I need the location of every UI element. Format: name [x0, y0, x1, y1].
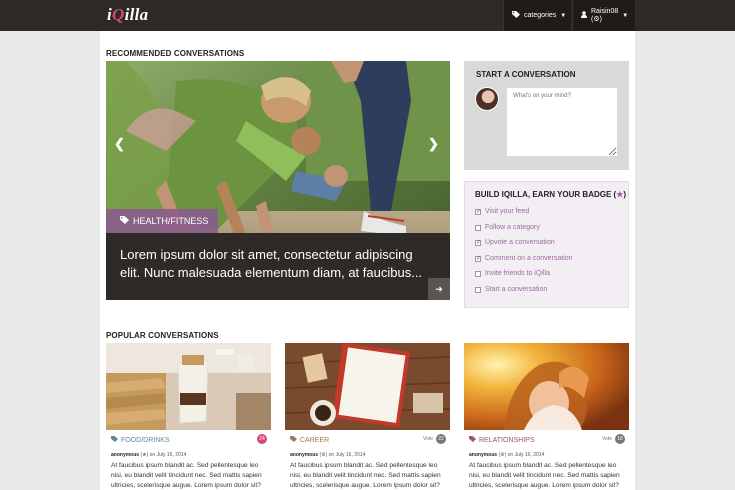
card-image-food[interactable] — [106, 343, 271, 430]
next-slide-arrow-icon[interactable]: ❯ — [428, 136, 439, 152]
card-excerpt[interactable]: At faucibus ipsum blandit ac. Sed pellen… — [469, 461, 627, 490]
author-name: anonymous — [111, 452, 140, 458]
badge-task-label: Invite friends to iQilla — [485, 270, 550, 277]
card-category-label: RELATIONSHIPS — [479, 436, 535, 444]
badge-task[interactable]: Invite friends to iQilla — [475, 270, 550, 277]
start-conversation-heading: START A CONVERSATION — [476, 70, 576, 79]
badge-task[interactable]: ✓ Visit your feed — [475, 208, 529, 215]
card-category[interactable]: RELATIONSHIPS — [469, 436, 535, 444]
badge-heading: BUILD IQILLA, EARN YOUR BADGE (★) — [475, 190, 627, 199]
checkbox-unchecked[interactable] — [475, 270, 481, 277]
author-badge: (⚙) — [498, 452, 507, 458]
vote-count-badge[interactable]: 18 — [615, 434, 625, 444]
iqilla-logo[interactable]: iQilla — [107, 5, 148, 25]
logo-letters-rest: illa — [124, 5, 149, 24]
card-meta: anonymous (★) on July 16, 2014 — [111, 452, 186, 458]
post-date: on July 16, 2014 — [328, 452, 366, 458]
top-navigation-bar: iQilla categories ▼ Raisin08 (⚙) ▼ — [0, 0, 735, 31]
username: Raisin08 (⚙) — [591, 8, 619, 23]
card-category[interactable]: FOOD/DRINKS — [111, 436, 170, 444]
vote-control[interactable]: 24 — [254, 434, 267, 444]
tag-icon — [111, 436, 118, 444]
badge-task[interactable]: ✓ Upvote a conversation — [475, 239, 555, 246]
recommended-heading: RECOMMENDED CONVERSATIONS — [106, 49, 245, 58]
post-date: on July 16, 2014 — [149, 452, 187, 458]
checkbox-checked[interactable]: ✓ — [475, 239, 481, 246]
card-category-label: CAREER — [300, 436, 330, 444]
badge-task-label: Visit your feed — [485, 208, 530, 215]
badge-task[interactable]: Follow a category — [475, 224, 540, 231]
user-icon — [581, 11, 587, 20]
card-meta: anonymous (⚙) on July 16, 2014 — [290, 452, 365, 458]
vote-count-badge[interactable]: 24 — [257, 434, 267, 444]
read-more-arrow-icon[interactable]: ➜ — [428, 278, 450, 300]
badge-task-label: Upvote a conversation — [485, 239, 555, 246]
popular-card[interactable]: CAREER Vote 22 anonymous (⚙) on July 16,… — [285, 343, 450, 490]
post-date: on July 16, 2014 — [507, 452, 545, 458]
avatar — [475, 87, 499, 111]
prev-slide-arrow-icon[interactable]: ❮ — [114, 136, 125, 152]
logo-letter-q: Q — [112, 5, 125, 24]
popular-card[interactable]: FOOD/DRINKS 24 anonymous (★) on July 16,… — [106, 343, 271, 490]
author-badge: (★) — [140, 452, 149, 458]
badge-task-label: Comment on a conversation — [485, 255, 573, 262]
card-category[interactable]: CAREER — [290, 436, 329, 444]
author-name: anonymous — [469, 452, 498, 458]
popular-card[interactable]: RELATIONSHIPS Vote 18 anonymous (⚙) on J… — [464, 343, 629, 490]
checkbox-unchecked[interactable] — [475, 286, 481, 293]
author-name: anonymous — [290, 452, 319, 458]
badge-task-label: Start a conversation — [485, 286, 548, 293]
tag-icon — [469, 436, 476, 444]
tag-icon — [120, 216, 129, 226]
vote-label: Vote — [422, 436, 433, 442]
badge-task[interactable]: ✓ Comment on a conversation — [475, 255, 573, 262]
checkbox-unchecked[interactable] — [475, 224, 481, 231]
card-meta: anonymous (⚙) on July 16, 2014 — [469, 452, 544, 458]
categories-dropdown[interactable]: categories ▼ — [503, 0, 571, 31]
popular-heading: POPULAR CONVERSATIONS — [106, 331, 219, 340]
vote-control[interactable]: Vote 22 — [423, 434, 446, 444]
checkbox-checked[interactable]: ✓ — [475, 255, 481, 262]
categories-label: categories — [524, 12, 557, 19]
card-excerpt[interactable]: At faucibus ipsum blandit ac. Sed pellen… — [290, 461, 448, 490]
checkbox-checked[interactable]: ✓ — [475, 208, 481, 215]
conversation-input[interactable] — [507, 88, 617, 156]
hero-category-label: HEALTH/FITNESS — [133, 216, 209, 226]
tags-icon — [512, 11, 520, 20]
card-image-relationships[interactable] — [464, 343, 629, 430]
card-image-career[interactable] — [285, 343, 450, 430]
user-menu-dropdown[interactable]: Raisin08 (⚙) ▼ — [572, 0, 635, 31]
card-category-label: FOOD/DRINKS — [121, 436, 170, 444]
tag-icon — [290, 436, 297, 444]
badge-task[interactable]: Start a conversation — [475, 286, 547, 293]
hero-title[interactable]: Lorem ipsum dolor sit amet, consectetur … — [106, 233, 450, 300]
card-excerpt[interactable]: At faucibus ipsum blandit ac. Sed pellen… — [111, 461, 269, 490]
author-badge: (⚙) — [319, 452, 328, 458]
badge-task-label: Follow a category — [485, 224, 540, 231]
vote-label: Vote — [601, 436, 612, 442]
vote-control[interactable]: Vote 18 — [602, 434, 625, 444]
caret-down-icon: ▼ — [560, 12, 567, 19]
hero-category-tag[interactable]: HEALTH/FITNESS — [106, 209, 219, 233]
caret-down-icon: ▼ — [622, 12, 629, 19]
vote-count-badge[interactable]: 22 — [436, 434, 446, 444]
